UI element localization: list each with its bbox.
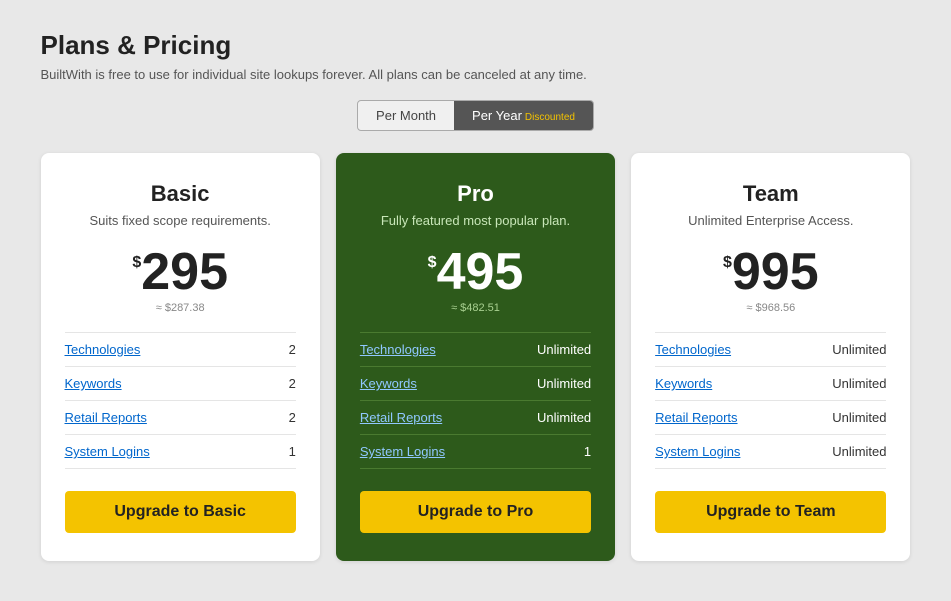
upgrade-button-pro[interactable]: Upgrade to Pro — [360, 491, 591, 533]
feature-row: System Logins Unlimited — [655, 435, 886, 469]
page-title: Plans & Pricing — [41, 30, 911, 61]
feature-row: Keywords Unlimited — [360, 367, 591, 401]
feature-name[interactable]: Technologies — [65, 342, 141, 357]
feature-value: Unlimited — [832, 342, 886, 357]
features-list-pro: Technologies Unlimited Keywords Unlimite… — [360, 332, 591, 469]
plan-card-basic: Basic Suits fixed scope requirements. $ … — [41, 153, 320, 561]
feature-name[interactable]: Keywords — [65, 376, 122, 391]
price-amount-basic: 295 — [141, 246, 228, 298]
price-dollar-team: $ — [723, 254, 732, 272]
plan-name-basic: Basic — [151, 181, 210, 207]
price-container-basic: $ 295 — [132, 246, 228, 298]
plans-container: Basic Suits fixed scope requirements. $ … — [41, 153, 911, 561]
feature-value: Unlimited — [832, 410, 886, 425]
upgrade-button-team[interactable]: Upgrade to Team — [655, 491, 886, 533]
feature-row: Retail Reports Unlimited — [360, 401, 591, 435]
price-dollar-basic: $ — [132, 254, 141, 272]
feature-value: Unlimited — [537, 410, 591, 425]
feature-value: 2 — [289, 410, 296, 425]
feature-row: Retail Reports 2 — [65, 401, 296, 435]
plan-card-pro: Pro Fully featured most popular plan. $ … — [336, 153, 615, 561]
feature-name[interactable]: System Logins — [65, 444, 150, 459]
feature-value: 2 — [289, 342, 296, 357]
feature-name[interactable]: Technologies — [360, 342, 436, 357]
feature-name[interactable]: Retail Reports — [655, 410, 737, 425]
feature-name[interactable]: Retail Reports — [65, 410, 147, 425]
upgrade-button-basic[interactable]: Upgrade to Basic — [65, 491, 296, 533]
plan-description-pro: Fully featured most popular plan. — [381, 213, 570, 228]
feature-row: Retail Reports Unlimited — [655, 401, 886, 435]
plan-name-team: Team — [743, 181, 799, 207]
feature-name[interactable]: System Logins — [655, 444, 740, 459]
feature-value: Unlimited — [832, 376, 886, 391]
feature-value: 1 — [584, 444, 591, 459]
feature-name[interactable]: System Logins — [360, 444, 445, 459]
discounted-badge: Discounted — [525, 112, 575, 123]
feature-row: System Logins 1 — [65, 435, 296, 469]
feature-row: Technologies 2 — [65, 333, 296, 367]
page-header: Plans & Pricing BuiltWith is free to use… — [41, 30, 911, 82]
price-equivalent-pro: ≈ $482.51 — [451, 302, 500, 314]
price-amount-team: 995 — [732, 246, 819, 298]
per-year-button[interactable]: Per YearDiscounted — [454, 101, 593, 130]
feature-row: Technologies Unlimited — [655, 333, 886, 367]
price-container-team: $ 995 — [723, 246, 819, 298]
plan-description-basic: Suits fixed scope requirements. — [89, 213, 270, 228]
plan-description-team: Unlimited Enterprise Access. — [688, 213, 853, 228]
plan-name-pro: Pro — [457, 181, 494, 207]
feature-name[interactable]: Keywords — [360, 376, 417, 391]
feature-value: Unlimited — [537, 342, 591, 357]
page-subtitle: BuiltWith is free to use for individual … — [41, 67, 911, 82]
feature-name[interactable]: Keywords — [655, 376, 712, 391]
feature-row: System Logins 1 — [360, 435, 591, 469]
feature-value: Unlimited — [832, 444, 886, 459]
price-amount-pro: 495 — [437, 246, 524, 298]
per-month-button[interactable]: Per Month — [358, 101, 454, 130]
feature-name[interactable]: Technologies — [655, 342, 731, 357]
features-list-basic: Technologies 2 Keywords 2 Retail Reports… — [65, 332, 296, 469]
billing-toggle: Per Month Per YearDiscounted — [357, 100, 594, 131]
features-list-team: Technologies Unlimited Keywords Unlimite… — [655, 332, 886, 469]
feature-name[interactable]: Retail Reports — [360, 410, 442, 425]
feature-value: 2 — [289, 376, 296, 391]
feature-row: Technologies Unlimited — [360, 333, 591, 367]
price-container-pro: $ 495 — [428, 246, 524, 298]
feature-value: 1 — [289, 444, 296, 459]
feature-value: Unlimited — [537, 376, 591, 391]
price-equivalent-basic: ≈ $287.38 — [156, 302, 205, 314]
feature-row: Keywords Unlimited — [655, 367, 886, 401]
price-dollar-pro: $ — [428, 254, 437, 272]
plan-card-team: Team Unlimited Enterprise Access. $ 995 … — [631, 153, 910, 561]
price-equivalent-team: ≈ $968.56 — [746, 302, 795, 314]
feature-row: Keywords 2 — [65, 367, 296, 401]
